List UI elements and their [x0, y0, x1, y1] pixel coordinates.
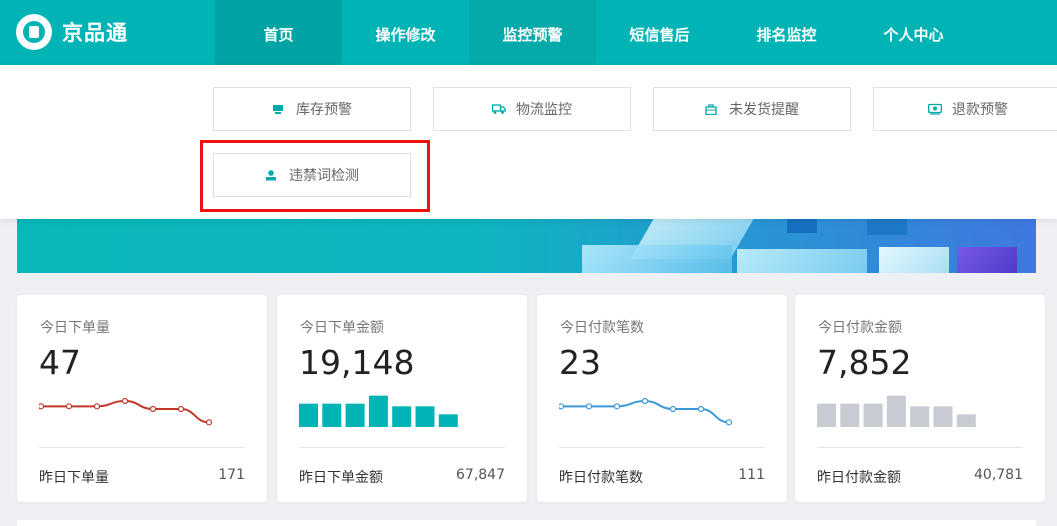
divider [299, 447, 505, 448]
next-section-edge [17, 520, 1036, 526]
card-footer-value: 40,781 [974, 467, 1023, 483]
sparkline-point [65, 403, 73, 410]
logo[interactable]: 京品通 [16, 14, 128, 50]
sparkline-series [40, 399, 210, 424]
person-icon [265, 169, 277, 181]
logo-icon [16, 14, 52, 50]
dropdown-item-inventory-alert[interactable]: 库存预警 [213, 87, 411, 131]
divider [39, 447, 245, 448]
mini-bar [840, 403, 860, 427]
nav-operation-edit[interactable]: 操作修改 [342, 0, 469, 65]
mini-bar [322, 403, 342, 427]
sparkline-chart [559, 397, 733, 426]
sparkline-point [725, 419, 733, 426]
sparkline-point [149, 405, 157, 413]
nav-ranking-monitor[interactable]: 排名监控 [723, 0, 850, 65]
app-title: 京品通 [62, 21, 128, 45]
card-title: 今日付款笔数 [560, 320, 644, 336]
sparkline-point [93, 403, 101, 410]
dropdown-item-refund-alert[interactable]: 退款预警 [873, 87, 1057, 131]
sparkline-point [697, 405, 705, 413]
mini-bar [863, 403, 883, 427]
sparkline-point [641, 397, 649, 405]
top-navigation-bar: 京品通 首页 操作修改 监控预警 短信售后 排名监控 个人中心 [0, 0, 1057, 65]
mini-bar [415, 406, 435, 427]
dropdown-item-label: 违禁词检测 [289, 168, 359, 184]
sparkline-series [561, 399, 730, 424]
sparkline-point [613, 403, 621, 410]
mini-bar [817, 403, 836, 427]
dropdown-item-label: 退款预警 [952, 102, 1008, 118]
sparkline-point [669, 405, 677, 413]
mini-bar-chart [299, 395, 458, 427]
banner-image [17, 219, 1036, 273]
monitor-dropdown-panel: 库存预警 物流监控 未发货提醒 退款预警 违禁词检测 [0, 65, 1057, 219]
card-value: 23 [559, 343, 601, 382]
sparkline-point [39, 403, 45, 410]
dropdown-item-logistics-monitor[interactable]: 物流监控 [433, 87, 631, 131]
card-title: 今日付款金额 [818, 320, 902, 336]
mini-bar [299, 403, 318, 427]
divider [817, 447, 1023, 448]
card-title: 今日下单量 [40, 320, 110, 336]
mini-bar [910, 406, 930, 427]
divider [559, 447, 765, 448]
sparkline-point [121, 397, 129, 405]
nav-personal-center[interactable]: 个人中心 [850, 0, 977, 65]
card-footer-label: 昨日付款笔数 [559, 470, 643, 486]
card-value: 7,852 [817, 343, 912, 382]
inventory-icon [272, 103, 284, 115]
sparkline-chart [39, 397, 213, 426]
stat-card-orders[interactable]: 今日下单量 47 昨日下单量 171 [17, 295, 267, 502]
card-footer-label: 昨日下单金额 [299, 470, 383, 486]
stat-card-payment-amount[interactable]: 今日付款金额 7,852 昨日付款金额 40,781 [795, 295, 1045, 502]
mini-bar [956, 414, 976, 427]
card-footer-value: 171 [218, 467, 245, 483]
nav-sms-aftersale[interactable]: 短信售后 [596, 0, 723, 65]
sparkline-point [205, 419, 213, 426]
nav-home[interactable]: 首页 [215, 0, 342, 65]
nav-monitor-alert[interactable]: 监控预警 [469, 0, 596, 65]
card-footer-value: 111 [738, 467, 765, 483]
mini-bar [368, 395, 388, 427]
mini-bar [392, 406, 412, 427]
mini-bar-chart [817, 395, 976, 427]
dropdown-item-label: 库存预警 [296, 102, 352, 118]
stat-card-payments[interactable]: 今日付款笔数 23 昨日付款笔数 111 [537, 295, 787, 502]
dropdown-item-label: 物流监控 [516, 102, 572, 118]
card-footer-value: 67,847 [456, 467, 505, 483]
card-footer-label: 昨日下单量 [39, 470, 109, 486]
truck-icon [491, 103, 506, 115]
sparkline-point [177, 405, 185, 413]
dropdown-item-banned-words-detection[interactable]: 违禁词检测 [213, 153, 411, 197]
card-title: 今日下单金额 [300, 320, 384, 336]
mini-bar [886, 395, 906, 427]
dropdown-item-label: 未发货提醒 [729, 102, 799, 118]
stat-card-order-amount[interactable]: 今日下单金额 19,148 昨日下单金额 67,847 [277, 295, 527, 502]
mini-bar [438, 414, 458, 427]
card-value: 47 [39, 343, 81, 382]
sparkline-point [585, 403, 593, 410]
mini-bar [933, 406, 953, 427]
card-footer-label: 昨日付款金额 [817, 470, 901, 486]
main-nav: 首页 操作修改 监控预警 短信售后 排名监控 个人中心 [215, 0, 977, 65]
bag-icon [705, 103, 717, 116]
dropdown-item-unshipped-reminder[interactable]: 未发货提醒 [653, 87, 851, 131]
mini-bar [345, 403, 365, 427]
card-value: 19,148 [299, 343, 415, 382]
sparkline-point [559, 403, 565, 410]
refund-icon [928, 103, 942, 115]
